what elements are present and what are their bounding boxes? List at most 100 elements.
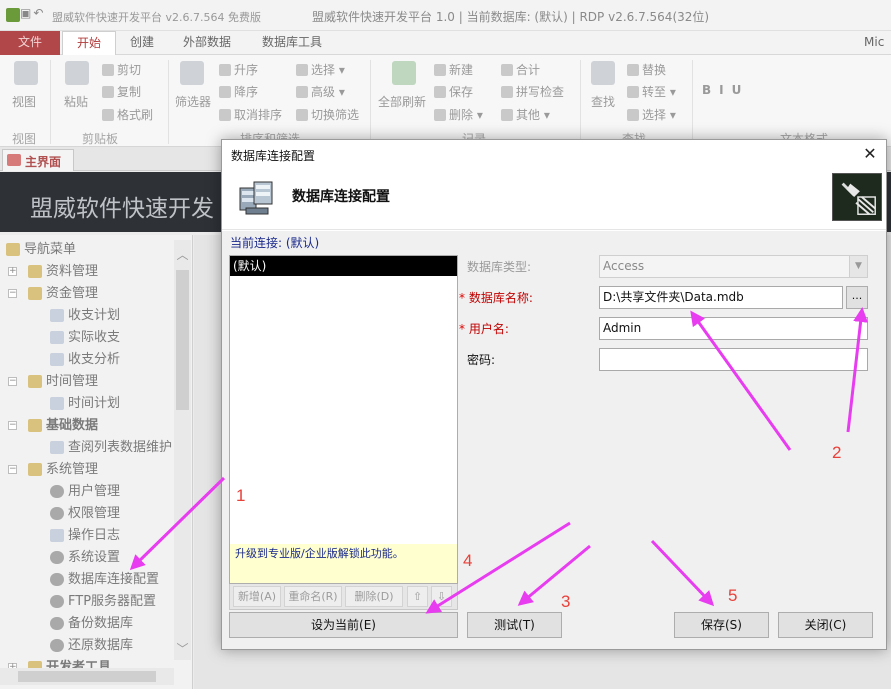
sum-button[interactable]: 合计 (501, 61, 540, 78)
db-type-select[interactable]: Access ▼ (599, 255, 868, 278)
tab-file[interactable]: 文件 (0, 31, 60, 55)
cut-button[interactable]: 剪切 (102, 61, 141, 78)
selection-filter-button[interactable]: 选择 ▾ (296, 61, 345, 78)
tab-create[interactable]: 创建 (120, 31, 164, 55)
select-button[interactable]: 选择 ▾ (627, 106, 676, 123)
spelling-button[interactable]: 拼写检查 (501, 83, 564, 100)
chevron-down-icon[interactable]: ▼ (849, 256, 867, 277)
expand-icon[interactable]: + (8, 267, 17, 276)
tab-main[interactable]: 主界面 (2, 149, 74, 171)
new-record-button[interactable]: 新建 (434, 61, 473, 78)
nav-item[interactable]: + 资料管理 (0, 261, 172, 283)
move-down-icon[interactable]: ⇩ (431, 586, 452, 607)
nav-item[interactable]: 备份数据库 (0, 613, 172, 635)
rename-connection-button[interactable]: 重命名(R) (284, 586, 342, 607)
other-button[interactable]: 其他 ▾ (501, 106, 550, 123)
copy-button[interactable]: 复制 (102, 83, 141, 100)
nav-item-label: 资料管理 (46, 264, 99, 279)
nav-item[interactable]: 时间计划 (0, 393, 172, 415)
set-current-button[interactable]: 设为当前(E) (229, 612, 458, 638)
tab-db-tools[interactable]: 数据库工具 (250, 31, 334, 55)
text-format-buttons[interactable]: BIU (702, 83, 749, 97)
quick-access-toolbar[interactable]: ▣↶ (20, 6, 45, 20)
dialog-title-bar[interactable]: 数据库连接配置 ✕ (222, 140, 886, 168)
save-button[interactable]: 保存(S) (674, 612, 769, 638)
ribbon-separator (50, 60, 51, 144)
nav-item[interactable]: FTP服务器配置 (0, 591, 172, 613)
collapse-icon[interactable]: − (8, 421, 17, 430)
refresh-all-button[interactable]: 全部刷新 (378, 93, 426, 110)
nav-item[interactable]: 系统设置 (0, 547, 172, 569)
username-field[interactable]: Admin (599, 317, 868, 340)
nav-horizontal-scrollbar[interactable] (0, 668, 174, 685)
tab-home[interactable]: 开始 (62, 31, 116, 55)
nav-item[interactable]: 权限管理 (0, 503, 172, 525)
tab-external-data[interactable]: 外部数据 (172, 31, 242, 55)
nav-item[interactable]: 收支计划 (0, 305, 172, 327)
collapse-icon[interactable]: − (8, 377, 17, 386)
paste-button[interactable]: 粘贴 (64, 93, 88, 110)
dialog-header: 数据库连接配置 (222, 168, 886, 230)
move-up-icon[interactable]: ⇧ (407, 586, 428, 607)
nav-item[interactable]: 收支分析 (0, 349, 172, 371)
filter-icon[interactable] (180, 61, 204, 85)
view-button[interactable]: 视图 (12, 93, 36, 110)
refresh-icon[interactable] (392, 61, 416, 85)
connection-list-toolbar: 新增(A) 重命名(R) 删除(D) ⇧ ⇩ (229, 584, 458, 610)
toggle-filter-icon (296, 109, 308, 121)
add-connection-button[interactable]: 新增(A) (233, 586, 281, 607)
nav-item[interactable]: − 资金管理 (0, 283, 172, 305)
binoculars-icon[interactable] (591, 61, 615, 85)
sort-asc-button[interactable]: 升序 (219, 61, 258, 78)
nav-item[interactable]: 实际收支 (0, 327, 172, 349)
collapse-icon[interactable]: − (8, 289, 17, 298)
test-button[interactable]: 测试(T) (467, 612, 562, 638)
paste-icon[interactable] (65, 61, 89, 85)
remove-sort-button[interactable]: 取消排序 (219, 106, 282, 123)
nav-item[interactable]: 导航菜单 (0, 239, 172, 261)
scroll-thumb[interactable] (18, 671, 156, 682)
connection-list[interactable]: (默认) (229, 255, 458, 545)
delete-connection-button[interactable]: 删除(D) (345, 586, 403, 607)
close-icon[interactable]: ✕ (858, 143, 882, 165)
view-icon[interactable] (14, 61, 38, 85)
nav-item[interactable]: 操作日志 (0, 525, 172, 547)
list-item[interactable]: (默认) (230, 256, 457, 276)
underline-icon[interactable]: U (732, 83, 750, 97)
user-name[interactable]: Mic (864, 31, 891, 55)
chevron-down-icon[interactable]: ﹀ (174, 640, 191, 656)
db-name-field[interactable]: D:\共享文件夹\Data.mdb (599, 286, 843, 309)
save-record-button[interactable]: 保存 (434, 83, 473, 100)
nav-item[interactable]: − 基础数据 (0, 415, 172, 437)
nav-item[interactable]: 还原数据库 (0, 635, 172, 657)
document-icon (50, 309, 64, 322)
nav-item[interactable]: 用户管理 (0, 481, 172, 503)
bold-icon[interactable]: B (702, 83, 719, 97)
toggle-filter-button[interactable]: 切换筛选 (296, 106, 359, 123)
save-icon[interactable]: ▣ (20, 6, 33, 20)
nav-item[interactable]: 数据库连接配置 (0, 569, 172, 591)
scroll-thumb[interactable] (176, 270, 189, 410)
replace-button[interactable]: 替换 (627, 61, 666, 78)
nav-item-label: 还原数据库 (68, 638, 134, 653)
find-button[interactable]: 查找 (591, 93, 615, 110)
nav-item[interactable]: 查阅列表数据维护 (0, 437, 172, 459)
format-painter-button[interactable]: 格式刷 (102, 106, 153, 123)
delete-record-button[interactable]: 删除 ▾ (434, 106, 483, 123)
nav-item[interactable]: − 时间管理 (0, 371, 172, 393)
undo-icon[interactable]: ↶ (33, 6, 45, 20)
annotation-label-1: 1 (236, 486, 246, 505)
filter-button[interactable]: 筛选器 (175, 93, 211, 110)
chevron-up-icon[interactable]: ︿ (174, 246, 191, 262)
nav-vertical-scrollbar[interactable]: ︿ ﹀ (174, 240, 191, 660)
password-field[interactable] (599, 348, 868, 371)
browse-button[interactable]: ... (846, 286, 868, 309)
sort-desc-button[interactable]: 降序 (219, 83, 258, 100)
collapse-icon[interactable]: − (8, 465, 17, 474)
nav-item[interactable]: − 系统管理 (0, 459, 172, 481)
folder-icon (28, 419, 42, 432)
goto-button[interactable]: 转至 ▾ (627, 83, 676, 100)
close-button[interactable]: 关闭(C) (778, 612, 873, 638)
advanced-filter-button[interactable]: 高级 ▾ (296, 83, 345, 100)
italic-icon[interactable]: I (719, 83, 731, 97)
